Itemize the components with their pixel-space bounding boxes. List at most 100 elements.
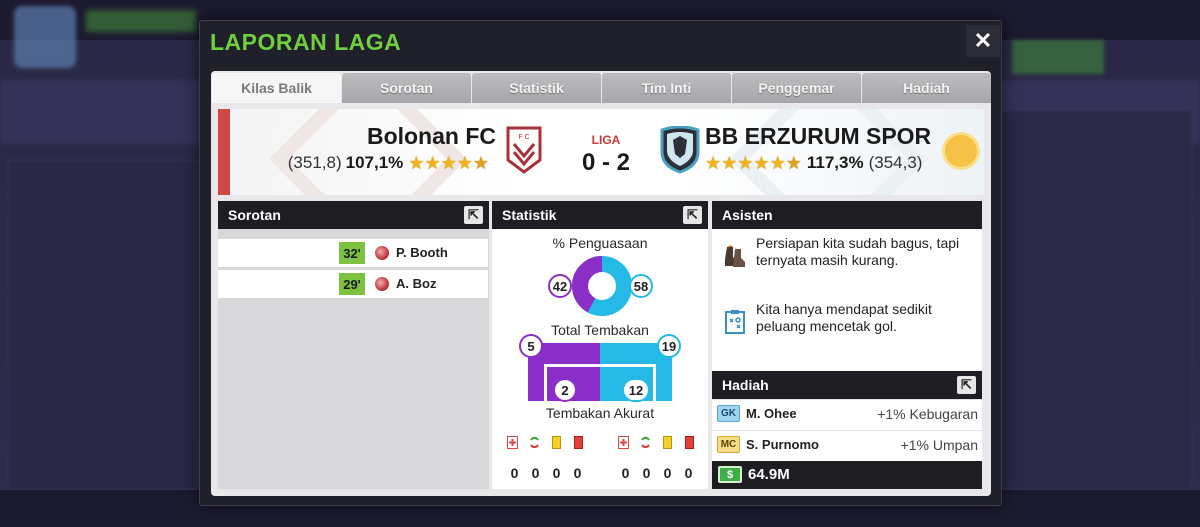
star-icon: ★ [408,153,425,173]
home-team-rating: (351,8) 107,1% ★ ★ ★ ★ ★ [288,153,494,173]
scoreboard: Bolonan FC (351,8) 107,1% ★ ★ ★ ★ ★ F C LIGA… [218,109,984,195]
red-card-icon [685,436,694,449]
goal-scorer[interactable]: A. Boz [396,276,436,291]
star-icon: ★ [705,153,722,173]
statistics-title: Statistik [502,207,557,223]
on-target-home-value: 2 [553,378,577,402]
goal-ball-icon [375,277,389,291]
reward-row: GK M. Ohee +1% Kebugaran [712,399,982,427]
reward-player-name[interactable]: S. Purnomo [746,437,819,452]
reward-row: MC S. Purnomo +1% Umpan [712,430,982,458]
reward-value: +1% Kebugaran [877,406,978,422]
reward-player-name[interactable]: M. Ohee [746,406,797,421]
position-badge: MC [717,436,740,453]
home-star-rating: ★ ★ ★ ★ ★ [408,154,489,172]
home-injuries: 0 [510,465,519,481]
close-button[interactable]: ✕ [966,25,1000,57]
report-panel: Kilas Balik Sorotan Statistik Tim Inti P… [211,71,991,496]
red-card-icon [574,436,583,449]
background-club-logo [14,6,76,68]
away-red-cards: 0 [684,465,693,481]
goal-ball-icon [375,246,389,260]
background-right-card [1002,110,1192,490]
tab-tim-inti[interactable]: Tim Inti [602,73,731,103]
money-reward-amount: 64.9M [748,466,790,483]
assistant-rewards-section: Asisten Persiapan kita sudah bagus, tapi… [712,201,982,489]
home-background-pattern [269,109,467,195]
expand-highlights-icon[interactable]: ⇱ [464,206,483,224]
star-icon: ★ [440,153,457,173]
background-left-card [8,160,198,490]
assistant-message-text: Persiapan kita sudah bagus, tapi ternyat… [756,235,960,268]
tab-penggemar[interactable]: Penggemar [732,73,861,103]
injury-icon [618,436,629,449]
background-green-button [1012,40,1104,74]
star-icon: ★ [721,153,738,173]
away-discipline-icons [618,436,695,449]
away-yellow-cards: 0 [663,465,672,481]
yellow-card-icon [663,436,672,449]
away-background-pattern [729,109,927,195]
reward-value: +1% Umpan [900,437,978,453]
svg-text:F C: F C [518,134,529,141]
boots-icon [725,245,745,267]
star-icon: ★ [785,153,802,173]
highlights-title: Sorotan [228,207,281,223]
away-star-rating: ★ ★ ★ ★ ★ ★ [705,154,802,172]
away-team-crest-icon[interactable] [659,126,701,174]
tactics-board-icon [725,310,745,334]
total-shots-away-value: 19 [657,334,681,358]
goal-event-row: 29' A. Boz [218,270,488,298]
home-team-percent: 107,1% [345,153,404,172]
tab-hadiah[interactable]: Hadiah [862,73,991,103]
goal-scorer[interactable]: P. Booth [396,245,448,260]
tab-statistik[interactable]: Statistik [472,73,601,103]
star-icon: ★ [424,153,441,173]
on-target-label: Tembakan Akurat [545,405,655,421]
star-icon: ★ [456,153,473,173]
yellow-card-icon [552,436,561,449]
rewards-header: Hadiah ⇱ [712,371,982,399]
match-report-modal: LAPORAN LAGA ✕ Kilas Balik Sorotan Stati… [199,20,1002,506]
injury-icon [507,436,518,449]
highlights-section: Sorotan ⇱ 32' P. Booth 29' A. Boz [218,201,489,489]
assistant-title: Asisten [722,207,773,223]
possession-label: % Penguasaan [552,235,648,251]
home-team-crest-icon[interactable]: F C [506,126,542,174]
possession-away-value: 58 [629,274,653,298]
cash-icon: $ [718,466,742,483]
expand-rewards-icon[interactable]: ⇱ [957,376,976,394]
modal-title: LAPORAN LAGA [210,29,402,55]
home-discipline-icons [507,436,584,449]
total-shots-home-value: 5 [519,334,543,358]
assistant-header: Asisten [712,201,982,229]
away-injuries: 0 [621,465,630,481]
position-badge: GK [717,405,740,422]
tab-kilas-balik[interactable]: Kilas Balik [212,73,341,103]
possession-home-value: 42 [548,274,572,298]
background-club-name [86,10,196,32]
away-substitutions: 0 [642,465,651,481]
goal-minute: 32' [339,242,365,264]
away-discipline-values: 0 0 0 0 [615,465,699,481]
expand-statistics-icon[interactable]: ⇱ [683,206,702,224]
away-team-name[interactable]: BB ERZURUM SPOR [705,123,931,150]
star-icon: ★ [472,153,489,173]
assistant-message-text: Kita hanya mendapat sedikit peluang menc… [756,301,932,334]
tab-bar: Kilas Balik Sorotan Statistik Tim Inti P… [212,73,992,103]
rewards-title: Hadiah [722,377,769,393]
home-team-name[interactable]: Bolonan FC [367,123,496,150]
on-target-away-value: 12 [622,378,650,402]
home-yellow-cards: 0 [552,465,561,481]
home-red-cards: 0 [573,465,582,481]
statistics-header: Statistik ⇱ [492,201,708,229]
star-icon: ★ [737,153,754,173]
goal-event-row: 32' P. Booth [218,239,488,267]
away-team-rating: ★ ★ ★ ★ ★ ★ 117,3% (354,3) [705,153,926,173]
substitution-icon [530,436,539,449]
statistics-section: Statistik ⇱ % Penguasaan 42 58 Total Tem… [492,201,708,489]
highlights-header: Sorotan ⇱ [218,201,489,229]
away-team-points: (354,3) [868,153,923,172]
tab-sorotan[interactable]: Sorotan [342,73,471,103]
final-score: 0 - 2 [581,149,631,176]
